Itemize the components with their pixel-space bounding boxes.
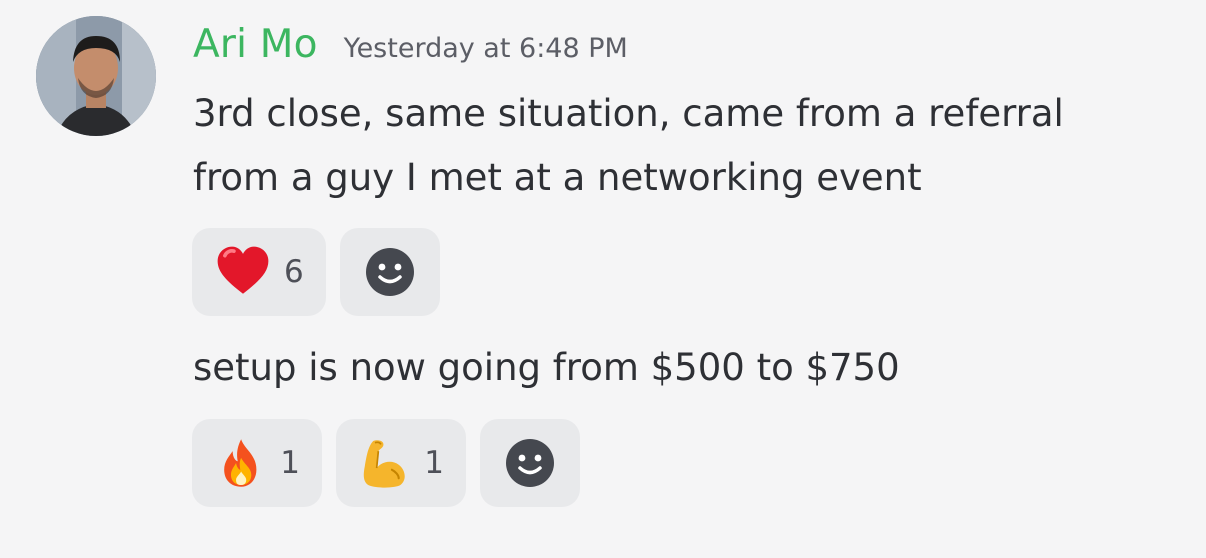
username[interactable]: Ari Mo [193,22,318,67]
add-reaction-button[interactable] [339,228,440,316]
reaction-count: 1 [280,445,300,481]
smiley-face-icon [365,248,414,296]
message-header: Ari Mo Yesterday at 6:48 PM [193,22,628,67]
reaction-count: 6 [284,254,304,290]
avatar[interactable] [36,16,156,136]
user-photo-icon [36,16,156,136]
reaction-bar: 6 [192,228,440,316]
add-reaction-button[interactable] [480,419,580,507]
message-text-line: setup is now going from $500 to $750 [193,346,900,389]
timestamp[interactable]: Yesterday at 6:48 PM [344,33,628,64]
heart-icon [217,246,269,294]
reaction-count: 1 [424,445,444,481]
message-text: 3rd close, same situation, came from a r… [193,82,1064,210]
message-text-line: 3rd close, same situation, came from a r… [193,92,1064,135]
flexed-biceps-icon [363,440,405,488]
reaction-heart[interactable]: 6 [192,228,326,316]
reaction-flexed-biceps[interactable]: 1 [336,419,466,507]
message-text: setup is now going from $500 to $750 [193,336,900,400]
fire-icon [224,439,257,487]
reaction-bar: 1 1 [192,419,580,507]
message-text-line: from a guy I met at a networking event [193,156,922,199]
reaction-fire[interactable]: 1 [192,419,322,507]
smiley-face-icon [506,439,554,487]
